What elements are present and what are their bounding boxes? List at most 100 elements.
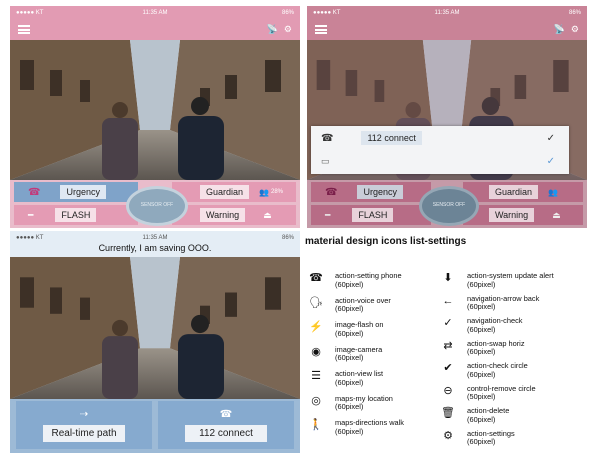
route-icon: ⇢	[79, 408, 89, 420]
check-icon: ✓	[546, 132, 555, 144]
flash-label: FLASH	[55, 208, 97, 222]
alarm-icon: ⏏	[263, 209, 272, 220]
icon-list-item: ☎ action-setting phone (60pixel)	[305, 271, 402, 289]
status-bar: ●●●●● KT 11:35 AM 86%	[10, 6, 300, 20]
icon-size: (60pixel)	[467, 437, 496, 447]
camera-view	[10, 257, 300, 399]
flash-icon: ⚡	[309, 321, 323, 333]
warning-label: Warning	[489, 208, 535, 222]
icon-size: (60pixel)	[335, 328, 364, 338]
icon-description: navigation-check (60pixel)	[467, 316, 522, 334]
group-icon: 👥	[548, 187, 558, 197]
icon-list-item: ⊖ control-remove circle (50pixel)	[437, 384, 535, 402]
phone-icon: ☎	[325, 186, 338, 198]
broadcast-icon[interactable]: 📡	[554, 24, 565, 35]
delete-icon: 🗑	[441, 407, 455, 419]
call-dialog: ☎ 112 connect ✓ ▭ ✓	[311, 126, 569, 174]
icon-list-item: ⚡ image-flash on (60pixel)	[305, 320, 383, 338]
menu-icon[interactable]	[315, 25, 327, 34]
message-option[interactable]: ▭ ✓	[311, 151, 569, 171]
icon-list-item: ◉ image-camera (60pixel)	[305, 345, 382, 363]
icons-list-title: material design icons list-settings	[305, 236, 467, 247]
camera-view	[10, 40, 300, 180]
icon-description: maps-directions walk (60pixel)	[335, 418, 404, 436]
panel-saving-screen: ●●●●● KT 11:35 AM 86% Currently, I am sa…	[10, 231, 300, 453]
remove-circle-icon: ⊖	[443, 384, 453, 397]
sensor-button[interactable]: SENSOR OFF	[126, 186, 188, 226]
icon-description: action-voice over (60pixel)	[335, 296, 391, 314]
icon-list-item: ✓ navigation-check (60pixel)	[437, 316, 522, 334]
alarm-icon: ⏏	[552, 209, 561, 220]
icon-size: (60pixel)	[467, 324, 496, 334]
icon-size: (60pixel)	[467, 279, 496, 289]
icon-description: action-check circle (60pixel)	[467, 361, 528, 379]
icon-list-item: 🚶 maps-directions walk (60pixel)	[305, 418, 404, 436]
warning-label: Warning	[200, 208, 246, 222]
guardian-label: Guardian	[200, 185, 250, 199]
icon-description: action-system update alert (60pixel)	[467, 271, 554, 289]
check-icon: ✓	[546, 155, 555, 167]
icon-size: (60pixel)	[335, 353, 364, 363]
phone-icon: ☎	[28, 186, 41, 198]
urgency-button[interactable]: ☎ Urgency	[14, 182, 138, 202]
icon-description: maps-my location (60pixel)	[335, 394, 393, 412]
flash-button[interactable]: ━ FLASH	[14, 205, 138, 225]
icon-size: (60pixel)	[467, 414, 496, 424]
arrow-back-icon: ←	[442, 294, 454, 307]
settings-icon[interactable]: ⚙	[284, 24, 292, 35]
guardian-count: 28%	[271, 189, 284, 195]
realtime-path-button[interactable]: ⇢ Real-time path	[16, 401, 152, 449]
connect-112-button[interactable]: ☎ 112 connect	[158, 401, 294, 449]
status-bar: ●●●●● KT 11:35 AM 86%	[307, 6, 587, 20]
swap-horiz-icon: ⇄	[443, 339, 453, 352]
icon-size: (60pixel)	[467, 369, 496, 379]
flash-label: FLASH	[352, 208, 394, 222]
warning-button[interactable]: Warning ⏏	[172, 205, 296, 225]
app-bar: 📡 ⚙	[10, 20, 300, 40]
system-update-icon: ⬇	[443, 272, 453, 284]
settings-icon: ⚙	[443, 429, 453, 442]
icon-description: image-flash on (60pixel)	[335, 320, 383, 338]
icon-list-item: ◎ maps-my location (60pixel)	[305, 394, 393, 412]
check-circle-icon: ✔	[443, 362, 453, 374]
clock: 11:35 AM	[434, 10, 460, 16]
icon-list-item: ⚙ action-settings (60pixel)	[437, 429, 515, 447]
icon-list-item: 🗑 action-delete (60pixel)	[437, 406, 509, 424]
clock: 11:35 AM	[142, 10, 168, 16]
broadcast-icon[interactable]: 📡	[267, 24, 278, 35]
icons-list-panel: material design icons list-settings ☎ act…	[305, 232, 590, 454]
urgency-label: Urgency	[357, 185, 403, 199]
icon-list-item: ⬇ action-system update alert (60pixel)	[437, 271, 554, 289]
panel-main-screen: ●●●●● KT 11:35 AM 86% 📡 ⚙ ☎ Urgency Guar…	[10, 6, 300, 228]
icon-size: (60pixel)	[335, 426, 364, 436]
voice-over-icon: 🗣	[309, 296, 323, 309]
icon-description: action-view list (60pixel)	[335, 369, 383, 387]
icon-size: (60pixel)	[467, 347, 496, 357]
icon-description: navigation-arrow back (60pixel)	[467, 294, 539, 312]
icon-description: action-setting phone (60pixel)	[335, 271, 402, 289]
phone-icon: ☎	[219, 408, 233, 420]
walk-icon: 🚶	[309, 419, 323, 431]
settings-icon[interactable]: ⚙	[571, 24, 579, 35]
check-icon: ✓	[443, 317, 453, 329]
icon-list-item: 🗣 action-voice over (60pixel)	[305, 296, 391, 314]
icon-size: (50pixel)	[467, 392, 496, 402]
view-list-icon: ☰	[311, 370, 321, 382]
warning-button[interactable]: Warning ⏏	[463, 205, 583, 225]
urgency-label: Urgency	[60, 185, 106, 199]
sensor-button[interactable]: SENSOR OFF	[419, 186, 479, 226]
phone-settings-icon: ☎	[309, 272, 323, 284]
urgency-button[interactable]: ☎ Urgency	[311, 182, 431, 202]
panel-call-dialog: ●●●●● KT 11:35 AM 86% 📡 ⚙ ☎ 112 connect …	[307, 6, 587, 228]
connect-label: 112 connect	[185, 424, 267, 442]
guardian-button[interactable]: Guardian 👥	[463, 182, 583, 202]
menu-icon[interactable]	[18, 25, 30, 34]
call-option[interactable]: ☎ 112 connect ✓	[311, 128, 569, 148]
icon-size: (60pixel)	[467, 302, 496, 312]
call-label: 112 connect	[361, 131, 422, 145]
camera-icon: ◉	[311, 345, 321, 358]
flash-icon: ━	[28, 209, 34, 220]
guardian-button[interactable]: Guardian 👥 28%	[172, 182, 296, 202]
icon-size: (60pixel)	[335, 377, 364, 387]
flash-button[interactable]: ━ FLASH	[311, 205, 431, 225]
